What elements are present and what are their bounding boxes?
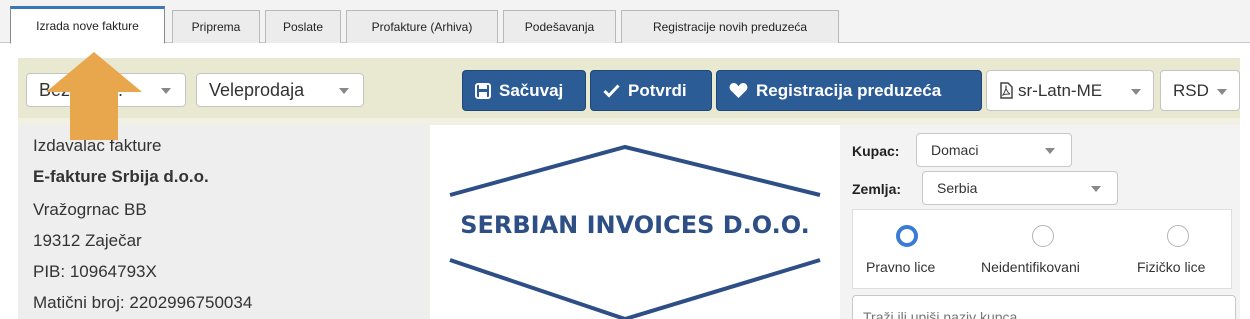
kupac-label: Kupac: xyxy=(852,143,900,159)
tab-label: Poslate xyxy=(282,20,324,34)
radio-fizicko-lice[interactable] xyxy=(1167,225,1189,247)
tab-label: Izrada nove fakture xyxy=(36,19,139,33)
buyer-search-input[interactable] xyxy=(852,295,1236,319)
chevron-down-icon xyxy=(1131,89,1141,95)
register-company-button[interactable]: Registracija preduzeća xyxy=(716,70,982,111)
issuer-mb: Matični broj: 2202996750034 xyxy=(33,293,253,312)
sales-type-select-value: Veleprodaja xyxy=(209,79,305,100)
chevron-down-icon xyxy=(1045,148,1055,154)
company-logo: SERBIAN INVOICES D.O.O. xyxy=(430,125,840,319)
tab-podesavanja[interactable]: Podešavanja xyxy=(503,10,616,43)
chevron-down-icon xyxy=(339,88,349,94)
check-icon xyxy=(603,84,620,98)
currency-select-value: RSD xyxy=(1173,80,1209,100)
radio-pravno-lice[interactable] xyxy=(896,225,918,247)
tab-priprema[interactable]: Priprema xyxy=(172,10,260,43)
radio-label-neidentifikovani: Neidentifikovani xyxy=(981,259,1080,275)
locale-select-value: sr-Latn-ME xyxy=(1018,80,1103,100)
save-button-label: Sačuvaj xyxy=(499,80,564,100)
kupac-select[interactable]: Domaci xyxy=(916,133,1072,167)
tab-izrada-nove-fakture[interactable]: Izrada nove fakture xyxy=(10,6,165,44)
heart-icon xyxy=(729,82,748,99)
save-button[interactable]: Sačuvaj xyxy=(462,70,586,111)
tab-label: Priprema xyxy=(191,20,241,34)
buyer-type-radio-group xyxy=(852,209,1232,289)
issuer-pib: PIB: 10964793X xyxy=(33,262,157,281)
tab-registracije-novih-preduzeca[interactable]: Registracije novih preduzeća xyxy=(621,10,839,43)
confirm-button[interactable]: Potvrdi xyxy=(590,70,712,111)
confirm-button-label: Potvrdi xyxy=(628,80,687,100)
sales-type-select[interactable]: Veleprodaja xyxy=(196,73,364,107)
tab-label: Podešavanja xyxy=(524,20,595,34)
up-arrow-annotation-icon xyxy=(46,52,142,140)
pdf-icon xyxy=(1000,82,1013,99)
radio-label-fizicko-lice: Fizičko lice xyxy=(1137,259,1206,275)
logo-text: SERBIAN INVOICES D.O.O. xyxy=(460,211,810,239)
chevron-down-icon xyxy=(161,88,171,94)
issuer-city: 19312 Zaječar xyxy=(33,231,142,250)
zemlja-label: Zemlja: xyxy=(852,181,902,197)
register-company-button-label: Registracija preduzeća xyxy=(756,80,942,100)
chevron-down-icon xyxy=(1217,89,1227,95)
zemlja-select[interactable]: Serbia xyxy=(922,171,1118,205)
tab-label: Profakture (Arhiva) xyxy=(371,20,473,34)
tab-profakture-arhiva[interactable]: Profakture (Arhiva) xyxy=(346,10,498,43)
tab-bar: Izrada nove fakture Priprema Poslate Pro… xyxy=(0,0,1250,44)
radio-neidentifikovani[interactable] xyxy=(1032,225,1054,247)
chevron-down-icon xyxy=(1091,186,1101,192)
locale-select[interactable]: sr-Latn-ME xyxy=(986,70,1154,111)
save-icon xyxy=(475,82,491,99)
currency-select[interactable]: RSD xyxy=(1160,70,1240,111)
tab-poslate[interactable]: Poslate xyxy=(265,10,341,43)
issuer-street: Vražogrnac BB xyxy=(33,200,147,219)
issuer-company: E-fakture Srbija d.o.o. xyxy=(33,167,209,186)
tab-label: Registracije novih preduzeća xyxy=(652,20,808,34)
kupac-select-value: Domaci xyxy=(931,142,979,158)
issuer-block: Izdavalac fakture E-fakture Srbija d.o.o… xyxy=(18,125,428,319)
radio-label-pravno-lice: Pravno lice xyxy=(866,259,936,275)
zemlja-select-value: Serbia xyxy=(937,180,978,196)
